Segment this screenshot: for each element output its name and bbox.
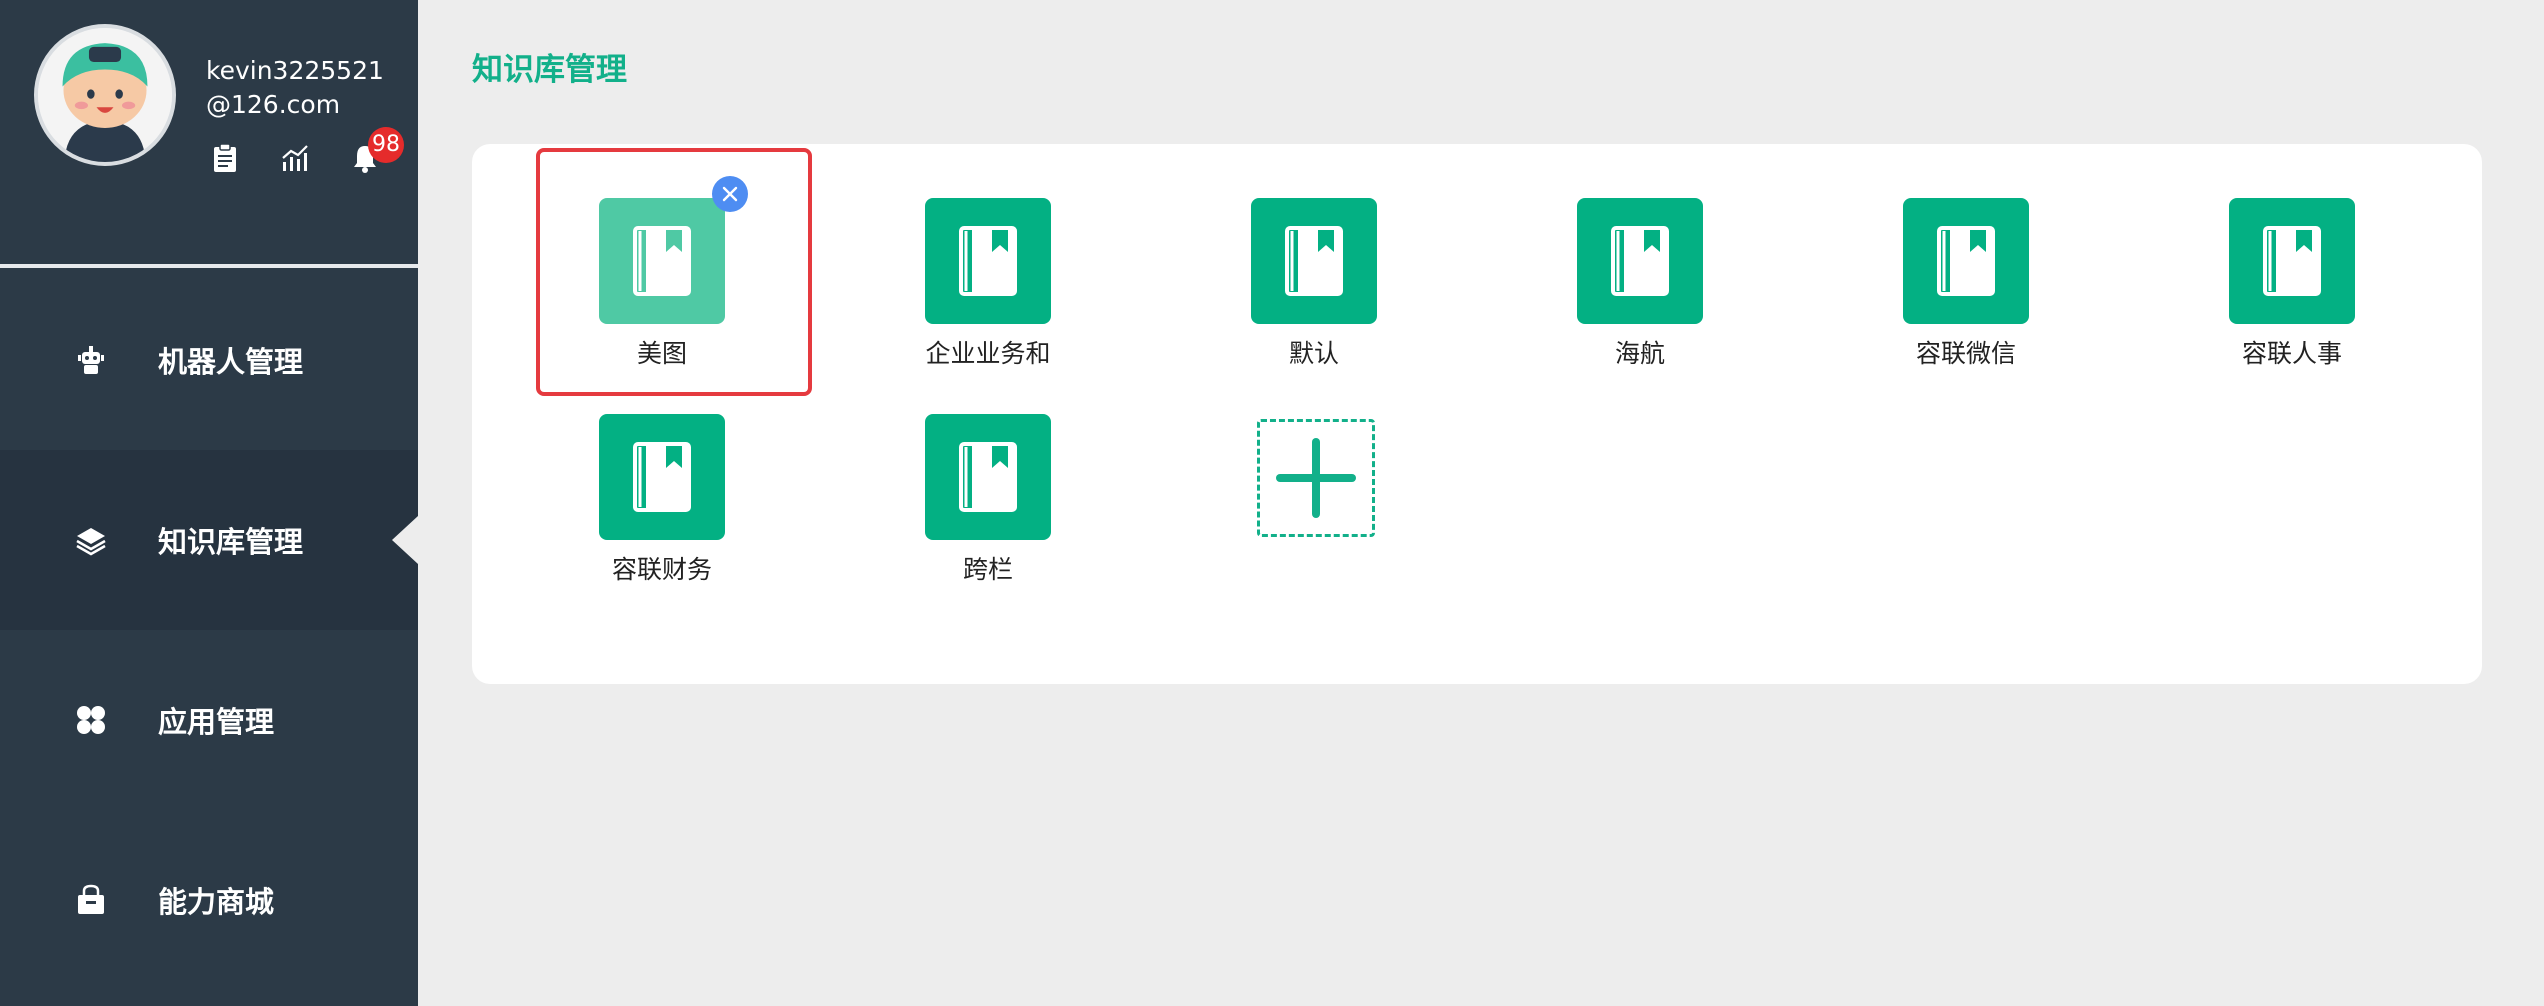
sidebar-item-robot-management[interactable]: 机器人管理: [0, 270, 418, 450]
knowledge-base-label: 容联财务: [611, 555, 712, 584]
notification-badge: 98: [368, 127, 404, 163]
page-title: 知识库管理: [472, 52, 627, 88]
clipboard-icon[interactable]: [208, 139, 242, 177]
knowledge-base-label: 容联人事: [2241, 339, 2342, 368]
book-icon: [925, 414, 1051, 540]
sidebar-item-label: 知识库管理: [158, 525, 304, 559]
knowledge-base-label: 跨栏: [962, 555, 1013, 584]
knowledge-base-panel: [472, 144, 2482, 684]
knowledge-base-label: 海航: [1614, 339, 1665, 368]
sidebar: kevin3225521@126.com 98 机器人管理 知识库管理 应用管理…: [0, 0, 418, 1006]
book-icon: [1903, 198, 2029, 324]
sidebar-item-label: 能力商城: [158, 885, 275, 919]
chart-icon[interactable]: [278, 139, 312, 177]
knowledge-base-item[interactable]: 容联财务: [562, 414, 762, 614]
book-icon: [2229, 198, 2355, 324]
plus-icon: [1276, 438, 1356, 518]
apps-icon: [74, 703, 108, 737]
bell-icon[interactable]: 98: [348, 127, 404, 177]
knowledge-base-item[interactable]: 海航: [1540, 198, 1740, 398]
sidebar-item-app-management[interactable]: 应用管理: [0, 630, 418, 810]
layers-icon: [74, 523, 108, 557]
book-icon: [925, 198, 1051, 324]
add-knowledge-base-button[interactable]: [1257, 419, 1375, 537]
active-indicator: [392, 516, 418, 564]
sidebar-item-label: 机器人管理: [158, 345, 304, 379]
knowledge-base-item[interactable]: 企业业务和: [888, 198, 1088, 398]
sidebar-item-capability-store[interactable]: 能力商城: [0, 810, 418, 990]
sidebar-divider: [0, 264, 418, 268]
robot-icon: [74, 343, 108, 377]
book-icon: [599, 414, 725, 540]
sidebar-menu: 机器人管理 知识库管理 应用管理 能力商城: [0, 270, 418, 990]
sidebar-item-knowledge-base[interactable]: 知识库管理: [0, 450, 418, 630]
close-icon: [722, 186, 738, 202]
avatar[interactable]: [34, 24, 176, 166]
delete-knowledge-base-button[interactable]: [712, 176, 748, 212]
knowledge-base-item[interactable]: 跨栏: [888, 414, 1088, 614]
shop-icon: [74, 883, 108, 917]
username: kevin3225521@126.com: [206, 56, 384, 119]
knowledge-base-label: 默认: [1288, 339, 1339, 368]
app: kevin3225521@126.com 98 机器人管理 知识库管理 应用管理…: [0, 0, 2544, 1006]
book-icon: [1251, 198, 1377, 324]
knowledge-base-label: 企业业务和: [925, 339, 1051, 368]
knowledge-base-label: 容联微信: [1915, 339, 2016, 368]
knowledge-base-item[interactable]: 容联人事: [2192, 198, 2392, 398]
knowledge-base-label: 美图: [636, 339, 687, 368]
profile-actions: 98: [208, 127, 404, 180]
profile-panel: kevin3225521@126.com 98: [0, 0, 418, 264]
book-icon: [1577, 198, 1703, 324]
knowledge-base-item[interactable]: 默认: [1214, 198, 1414, 398]
sidebar-item-label: 应用管理: [158, 705, 275, 739]
knowledge-base-item[interactable]: 美图: [562, 198, 762, 398]
knowledge-base-item[interactable]: 容联微信: [1866, 198, 2066, 398]
book-icon: [599, 198, 725, 324]
